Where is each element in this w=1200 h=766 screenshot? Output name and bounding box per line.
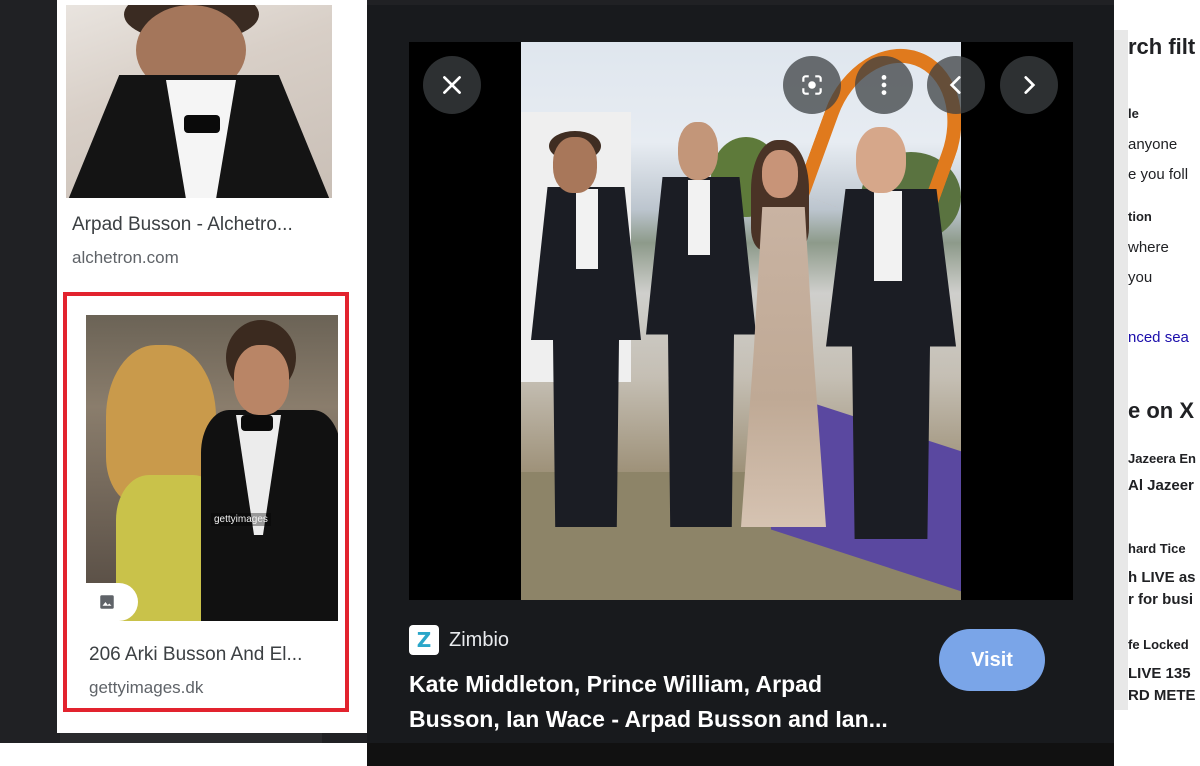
sidebar-option[interactable]: e you foll (1128, 166, 1188, 183)
search-inside-image-button[interactable] (783, 56, 841, 114)
bottom-strip-dark (367, 743, 1114, 766)
selected-result-card[interactable]: gettyimages 206 Arki Busson And El... ge… (63, 292, 349, 712)
sidebar-heading: e on X (1128, 398, 1195, 423)
visit-button[interactable]: Visit (939, 629, 1045, 691)
source-favicon: Z (409, 625, 439, 655)
source-row[interactable]: Z Zimbio (409, 625, 509, 655)
trend-title[interactable]: LIVE 135 (1128, 665, 1191, 682)
image-icon (86, 583, 138, 621)
result-thumbnail[interactable] (66, 5, 332, 198)
trend-title[interactable]: h LIVE as (1128, 569, 1196, 586)
trend-label[interactable]: fe Locked (1128, 637, 1189, 652)
next-image-button[interactable] (1000, 56, 1058, 114)
sidebar-text: tion (1128, 209, 1152, 224)
source-name[interactable]: Zimbio (449, 629, 509, 652)
lens-icon (802, 75, 822, 95)
close-button[interactable] (423, 56, 481, 114)
sidebar-option[interactable]: you (1128, 269, 1152, 286)
sidebar-text: le (1128, 106, 1139, 121)
previous-image-button[interactable] (927, 56, 985, 114)
result-thumbnail[interactable]: gettyimages (86, 315, 338, 621)
result-title[interactable]: Arpad Busson - Alchetro... (72, 214, 293, 236)
result-title[interactable]: 206 Arki Busson And El... (89, 644, 302, 666)
sidebar-option[interactable]: anyone (1128, 136, 1177, 153)
watermark: gettyimages (211, 513, 271, 526)
results-column: Arpad Busson - Alchetro... alchetron.com… (57, 0, 367, 733)
result-source: alchetron.com (72, 248, 179, 267)
chevron-right-icon (1024, 76, 1036, 94)
trend-title[interactable]: Al Jazeer (1128, 477, 1194, 494)
scrollbar[interactable] (1114, 30, 1128, 710)
image-viewer: Z Zimbio Kate Middleton, Prince William,… (367, 5, 1114, 743)
more-vert-icon (881, 75, 887, 95)
more-options-button[interactable] (855, 56, 913, 114)
chevron-left-icon (949, 76, 961, 94)
preview-image[interactable] (409, 42, 1073, 600)
trend-label[interactable]: hard Tice (1128, 541, 1186, 556)
advanced-search-link[interactable]: nced sea (1128, 329, 1189, 346)
close-icon (443, 76, 461, 94)
trend-title[interactable]: RD METE (1128, 687, 1196, 704)
trend-label[interactable]: Jazeera En (1128, 451, 1196, 466)
image-caption[interactable]: Kate Middleton, Prince William, Arpad Bu… (409, 667, 909, 737)
sidebar-option[interactable]: where (1128, 239, 1169, 256)
trend-title[interactable]: r for busi (1128, 591, 1193, 608)
sidebar-heading: rch filt (1128, 34, 1196, 59)
result-source: gettyimages.dk (89, 678, 204, 697)
